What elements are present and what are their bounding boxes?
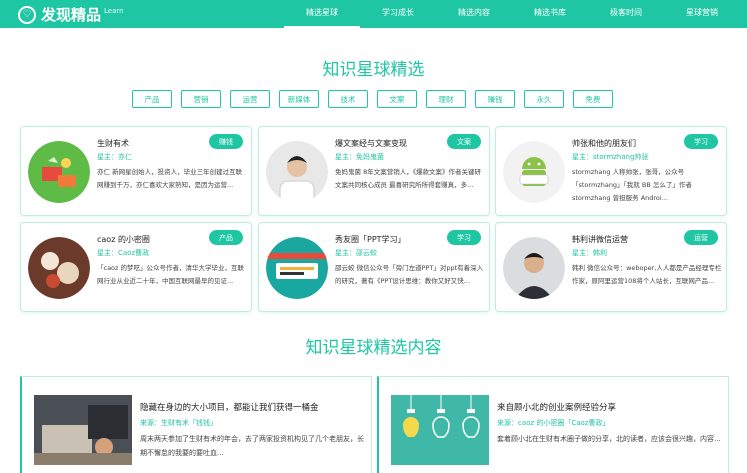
- card-avatar: [266, 237, 328, 299]
- category-badge[interactable]: 赚钱: [209, 134, 243, 149]
- card-title: 韩利讲微信运营: [572, 235, 628, 244]
- tag-permanent[interactable]: 永久: [524, 90, 564, 108]
- card-avatar: [503, 141, 565, 203]
- nav-item-geektime[interactable]: 极客时间: [588, 0, 664, 28]
- tag-product[interactable]: 产品: [132, 90, 172, 108]
- logo[interactable]: ♡ 发现精品 Learn: [18, 4, 124, 25]
- category-badge[interactable]: 产品: [209, 230, 243, 245]
- article-card[interactable]: 来自顾小北的创业案例经验分享 来源：caoz 的小密圈「Caoz曹政」 套着顾小…: [377, 376, 729, 473]
- card-owner: 星主：Caoz曹政: [97, 249, 150, 257]
- top-header: ♡ 发现精品 Learn 精选星球 学习成长 精选内容 精选书库 极客时间 星球…: [0, 0, 747, 28]
- card-description: 免妈鬼菌 8年文案营销人，《爆款文案》作者关键研文案共同核心成员 最喜研究所所得…: [335, 168, 481, 189]
- logo-subtext: Learn: [104, 6, 124, 15]
- tag-earning[interactable]: 赚钱: [475, 90, 515, 108]
- card-title: 爆文案经与文案变现: [335, 139, 407, 148]
- nav-item-featured-planets[interactable]: 精选星球: [284, 0, 360, 28]
- article-title[interactable]: 来自顾小北的创业案例经验分享: [497, 401, 616, 413]
- card-owner: 星主：韩利: [572, 249, 607, 257]
- card-avatar: [503, 237, 565, 299]
- card-description: 亦仁 新网星创始人，投资人，毕业三年创建过互联网赚到千万，亦仁喜欢大家熟知，是因…: [97, 168, 243, 189]
- card-avatar: [266, 141, 328, 203]
- article-thumbnail: [34, 395, 132, 465]
- planet-card[interactable]: 韩利讲微信运营 星主：韩利 韩利 微信公众号：weboper,人人都是产品经理专…: [495, 222, 727, 312]
- tag-marketing[interactable]: 营销: [181, 90, 221, 108]
- section-title-featured: 知识星球精选: [322, 60, 425, 80]
- article-title[interactable]: 隐藏在身边的大小项目，都能让我们获得一桶金: [140, 401, 319, 413]
- card-owner: 星主：亦仁: [97, 153, 132, 161]
- card-owner: 星主：免妈鬼菌: [335, 153, 384, 161]
- card-title: caoz 的小密圈: [97, 235, 150, 244]
- section-title-content: 知识星球精选内容: [305, 338, 442, 358]
- planet-card[interactable]: 帅张和他的朋友们 星主：stormzhang帅张 stormzhang 人称帅张…: [495, 126, 727, 216]
- card-title: 生财有术: [97, 139, 129, 148]
- card-avatar: [28, 237, 90, 299]
- card-description: 韩利 微信公众号：weboper,人人都是产品经理专栏作家，原阿里运营108将个…: [572, 264, 722, 285]
- tag-finance[interactable]: 理财: [426, 90, 466, 108]
- category-badge[interactable]: 文案: [447, 134, 481, 149]
- article-source: 来源：caoz 的小密圈「Caoz曹政」: [497, 419, 610, 427]
- category-badge[interactable]: 学习: [684, 134, 718, 149]
- planet-card[interactable]: 生财有术 星主：亦仁 亦仁 新网星创始人，投资人，毕业三年创建过互联网赚到千万，…: [20, 126, 252, 216]
- nav-item-learning[interactable]: 学习成长: [360, 0, 436, 28]
- card-owner: 星主：stormzhang帅张: [572, 153, 649, 161]
- card-description: 邵云蛟 微信公众号「旁门左道PPT」对ppt有着深入的研究，著有《PPT设计思维…: [335, 264, 484, 285]
- card-description: 「caoz 的梦呓」公众号作者，清华大学毕业，互联网行业从业近二十年，中国互联网…: [97, 264, 245, 285]
- category-badge[interactable]: 运营: [684, 230, 718, 245]
- card-owner: 星主：邵云蛟: [335, 249, 377, 257]
- article-description: 套着顾小北在生财有术圈子做的分享，北的读者，应该会很兴趣，内容...: [497, 435, 721, 443]
- article-source: 来源：生财有术「钱钱」: [140, 419, 217, 427]
- nav-item-featured-content[interactable]: 精选内容: [436, 0, 512, 28]
- card-title: 秀友圈「PPT学习」: [335, 235, 406, 244]
- tag-copywriting[interactable]: 文案: [377, 90, 417, 108]
- tag-tech[interactable]: 技术: [328, 90, 368, 108]
- main-nav: 精选星球 学习成长 精选内容 精选书库 极客时间 星球营销: [284, 0, 740, 28]
- nav-item-marketing[interactable]: 星球营销: [664, 0, 740, 28]
- card-avatar: [28, 141, 90, 203]
- article-card[interactable]: 隐藏在身边的大小项目，都能让我们获得一桶金 来源：生财有术「钱钱」 周末两天参加…: [20, 376, 372, 473]
- card-description: stormzhang 人称帅张，张哥，公众号「stormzhang」「我就 BB…: [572, 168, 692, 202]
- planet-card[interactable]: caoz 的小密圈 星主：Caoz曹政 「caoz 的梦呓」公众号作者，清华大学…: [20, 222, 252, 312]
- planet-card[interactable]: 秀友圈「PPT学习」 星主：邵云蛟 邵云蛟 微信公众号「旁门左道PPT」对ppt…: [258, 222, 490, 312]
- article-thumbnail: [391, 395, 489, 465]
- article-description: 周末两天参加了生财有术的年会，去了两家投资机构见了几个老朋友，长期不懈怠的我要的…: [140, 435, 364, 457]
- tag-new-media[interactable]: 新媒体: [279, 90, 319, 108]
- card-title: 帅张和他的朋友们: [572, 139, 636, 148]
- nav-item-bookstore[interactable]: 精选书库: [512, 0, 588, 28]
- logo-text: 发现精品: [41, 6, 102, 24]
- category-badge[interactable]: 学习: [447, 230, 481, 245]
- tag-operations[interactable]: 运营: [230, 90, 270, 108]
- category-tags: 产品 营销 运营 新媒体 技术 文案 理财 赚钱 永久 免费: [132, 90, 622, 108]
- planet-card[interactable]: 爆文案经与文案变现 星主：免妈鬼菌 免妈鬼菌 8年文案营销人，《爆款文案》作者关…: [258, 126, 490, 216]
- heart-icon: ♡: [18, 5, 36, 24]
- tag-free[interactable]: 免费: [573, 90, 613, 108]
